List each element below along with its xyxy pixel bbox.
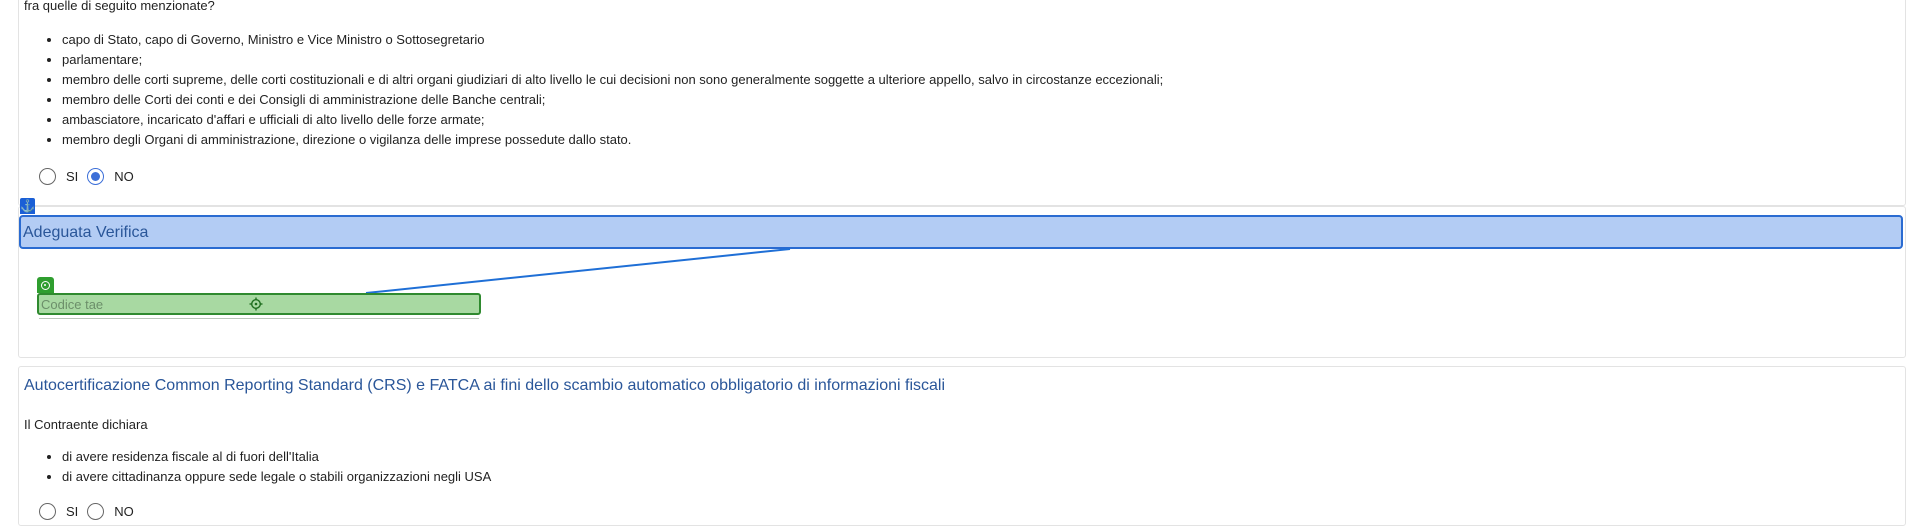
field-underline [39,318,479,319]
section-title: Adeguata Verifica [23,224,149,241]
target-ring-icon[interactable] [37,277,54,293]
pep-radio-si[interactable] [39,168,56,185]
crs-radio-no-label[interactable]: NO [114,504,134,519]
list-item: membro degli Organi di amministrazione, … [62,130,1163,150]
crosshair-icon[interactable] [249,297,263,311]
list-item: membro delle corti supreme, delle corti … [62,70,1163,90]
pep-radio-no-label[interactable]: NO [114,169,134,184]
crs-radio-no[interactable] [87,503,105,520]
list-item: di avere cittadinanza oppure sede legale… [62,467,491,487]
codice-tae-field[interactable] [37,293,481,315]
pep-roles-list: capo di Stato, capo di Governo, Ministro… [39,30,1163,150]
crs-radio-si[interactable] [39,503,56,520]
pep-radio-si-label[interactable]: SI [66,169,78,184]
list-item: membro delle Corti dei conti e dei Consi… [62,90,1163,110]
list-item: parlamentare; [62,50,1163,70]
list-item: ambasciatore, incaricato d'affari e uffi… [62,110,1163,130]
codice-tae-input[interactable] [41,296,341,312]
crs-list: di avere residenza fiscale al di fuori d… [39,447,491,487]
anchor-icon[interactable]: ⚓ [20,198,35,214]
adeguata-verifica-banner[interactable]: Adeguata Verifica [19,215,1903,249]
pep-question-card: fra quelle di seguito menzionate? capo d… [18,0,1906,206]
pep-question-text: fra quelle di seguito menzionate? [24,0,215,13]
crs-section-title: Autocertificazione Common Reporting Stan… [24,377,946,394]
crs-radio-group: SI NO [39,503,143,520]
list-item: di avere residenza fiscale al di fuori d… [62,447,491,467]
pep-radio-no[interactable] [87,168,105,185]
pep-radio-group: SI NO [39,168,143,185]
crs-radio-si-label[interactable]: SI [66,504,78,519]
crs-declaration-text: Il Contraente dichiara [24,417,148,432]
list-item: capo di Stato, capo di Governo, Ministro… [62,30,1163,50]
crs-fatca-card: Autocertificazione Common Reporting Stan… [18,366,1906,526]
